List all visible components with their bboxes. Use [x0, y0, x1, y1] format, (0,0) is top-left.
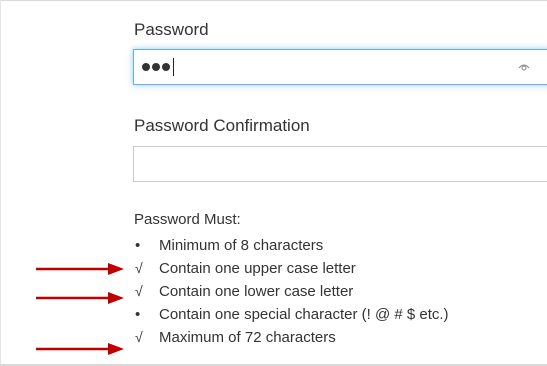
- eye-icon[interactable]: [518, 62, 530, 72]
- requirement-item: √ Contain one lower case letter: [134, 280, 449, 303]
- requirement-text: Contain one lower case letter: [159, 283, 354, 300]
- requirement-item: • Contain one special character (! @ # $…: [134, 303, 449, 326]
- password-input[interactable]: [133, 49, 547, 85]
- bullet-icon: •: [135, 237, 141, 254]
- mask-dot: [162, 63, 170, 71]
- left-border: [0, 0, 1, 366]
- requirement-item: √ Contain one upper case letter: [134, 257, 449, 280]
- checkmark-icon: √: [135, 260, 143, 276]
- red-arrow-right-icon: [36, 292, 124, 304]
- text-caret: [173, 58, 174, 76]
- red-arrow-right-icon: [36, 343, 124, 355]
- requirements-title: Password Must:: [134, 211, 241, 228]
- requirement-text: Minimum of 8 characters: [159, 237, 324, 254]
- requirement-text: Contain one special character (! @ # $ e…: [159, 306, 449, 323]
- requirement-text: Maximum of 72 characters: [159, 329, 336, 346]
- red-arrow-right-icon: [36, 263, 124, 275]
- checkmark-icon: √: [135, 329, 143, 345]
- checkmark-icon: √: [135, 283, 143, 299]
- mask-dot: [152, 63, 160, 71]
- requirement-item: √ Maximum of 72 characters: [134, 326, 449, 349]
- password-confirmation-label: Password Confirmation: [134, 116, 310, 135]
- bullet-icon: •: [135, 306, 141, 323]
- password-label: Password: [134, 20, 209, 39]
- password-mask: [142, 58, 174, 76]
- top-border: [0, 0, 547, 1]
- requirement-item: • Minimum of 8 characters: [134, 234, 449, 257]
- password-confirmation-input[interactable]: [133, 146, 547, 182]
- mask-dot: [142, 63, 150, 71]
- requirements-list: • Minimum of 8 characters √ Contain one …: [134, 234, 449, 349]
- requirement-text: Contain one upper case letter: [159, 260, 356, 277]
